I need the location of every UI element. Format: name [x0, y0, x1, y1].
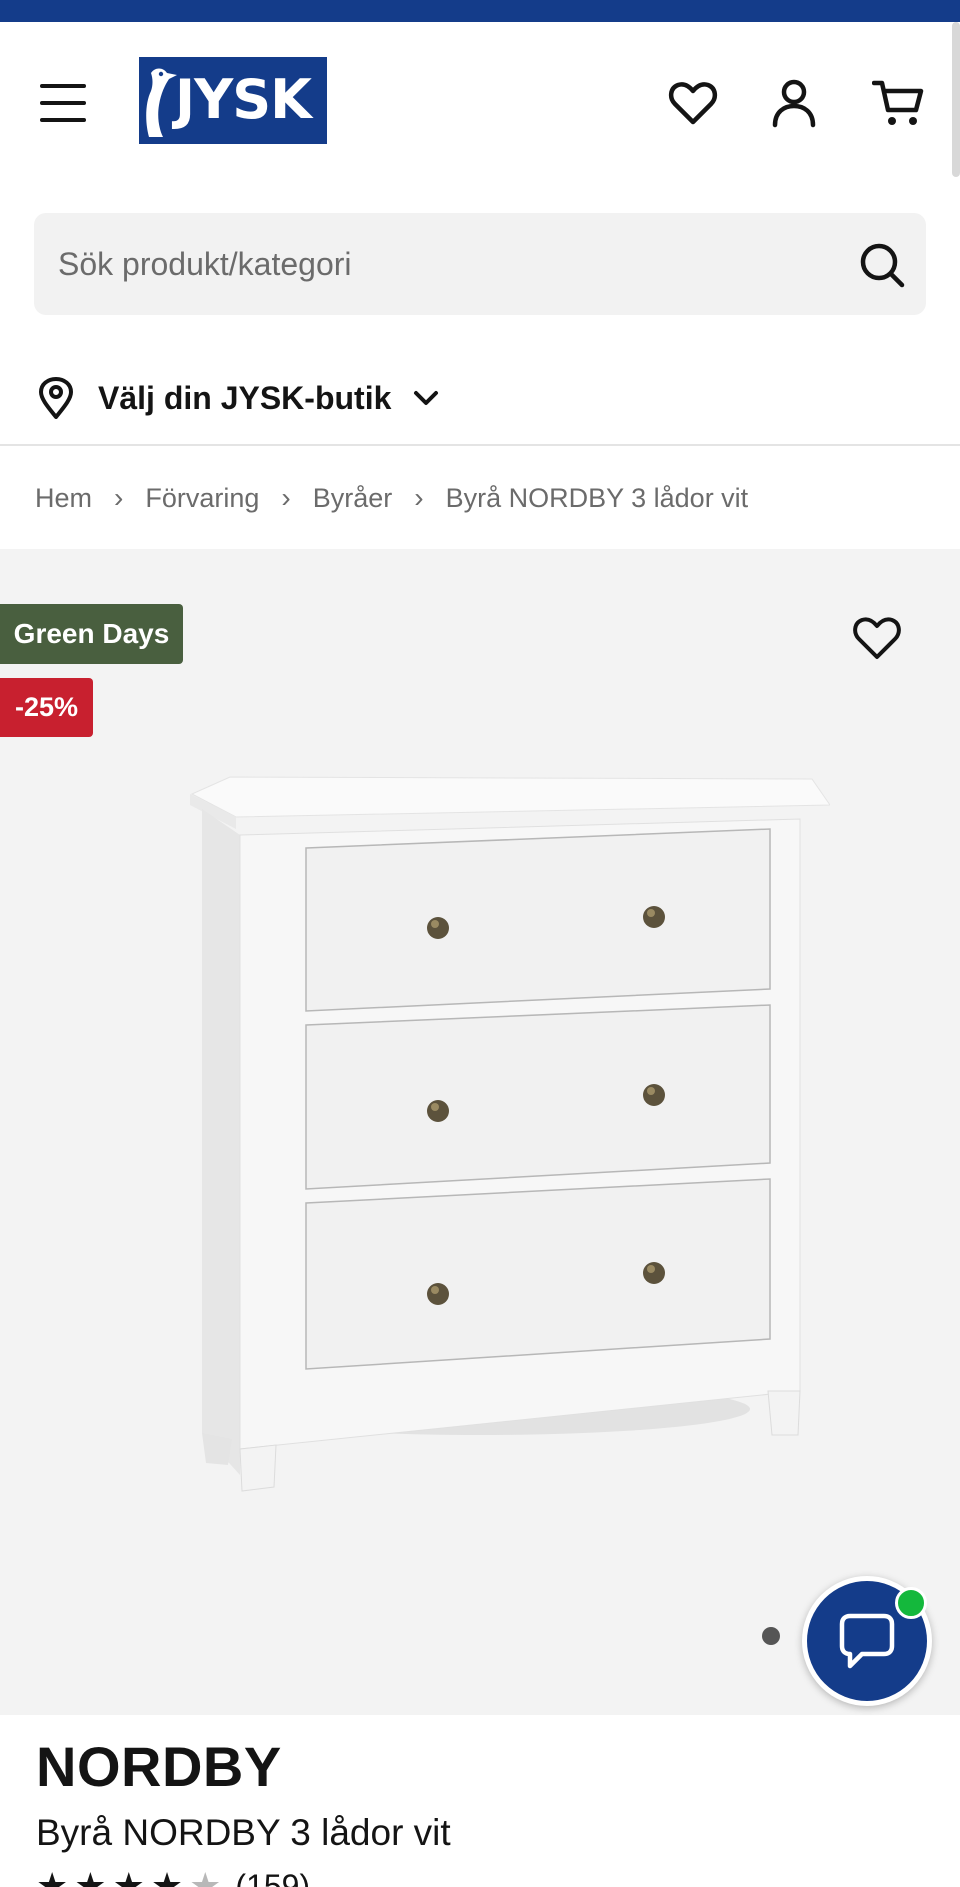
logo-text: JYSK [175, 68, 312, 131]
search-input[interactable] [58, 213, 818, 315]
breadcrumb-separator: › [414, 482, 424, 513]
review-count: (159) [235, 1867, 311, 1887]
chat-online-indicator [895, 1587, 927, 1619]
breadcrumb-separator: › [114, 482, 124, 513]
breadcrumb-item-forvaring[interactable]: Förvaring [145, 483, 259, 514]
carousel-dot[interactable] [762, 1627, 780, 1645]
star-icon: ★ [150, 1865, 184, 1887]
breadcrumb-item-current: Byrå NORDBY 3 lådor vit [445, 482, 749, 513]
store-selector[interactable]: Välj din JYSK-butik [38, 373, 439, 423]
location-pin-icon [39, 377, 73, 419]
product-brand: NORDBY [36, 1735, 282, 1798]
breadcrumb-separator: › [281, 482, 291, 513]
breadcrumb-item-hem[interactable]: Hem [35, 483, 92, 514]
chat-bubble-icon [839, 1613, 895, 1669]
wishlist-heart-icon[interactable] [852, 615, 902, 661]
star-icon: ★ [36, 1865, 69, 1887]
product-gallery[interactable]: Green Days -25% [0, 549, 960, 1715]
top-strip [0, 0, 960, 22]
discount-badge: -25% [0, 678, 93, 737]
user-icon[interactable] [765, 74, 823, 132]
heart-icon[interactable] [664, 74, 722, 132]
campaign-badge: Green Days [0, 604, 183, 664]
product-name: Byrå NORDBY 3 lådor vit [36, 1812, 451, 1853]
cart-icon[interactable] [869, 74, 927, 132]
star-icon: ★ [74, 1865, 107, 1887]
site-header: JYSK [0, 22, 960, 178]
search-icon[interactable] [858, 241, 906, 289]
jysk-logo[interactable]: JYSK [139, 57, 327, 144]
divider [0, 444, 960, 446]
search-bar [34, 213, 926, 315]
breadcrumb: Hem › Förvaring › Byråer › Byrå NORDBY 3… [35, 478, 748, 518]
menu-icon[interactable] [40, 84, 86, 122]
breadcrumb-item-byraer[interactable]: Byråer [313, 483, 393, 514]
product-image[interactable] [140, 749, 830, 1509]
star-empty-icon: ★ [189, 1865, 222, 1887]
chevron-down-icon [414, 391, 439, 405]
product-rating[interactable]: ★ ★ ★ ★ ★ (159) [36, 1865, 311, 1887]
store-label: Välj din JYSK-butik [98, 379, 392, 416]
star-icon: ★ [112, 1865, 145, 1887]
